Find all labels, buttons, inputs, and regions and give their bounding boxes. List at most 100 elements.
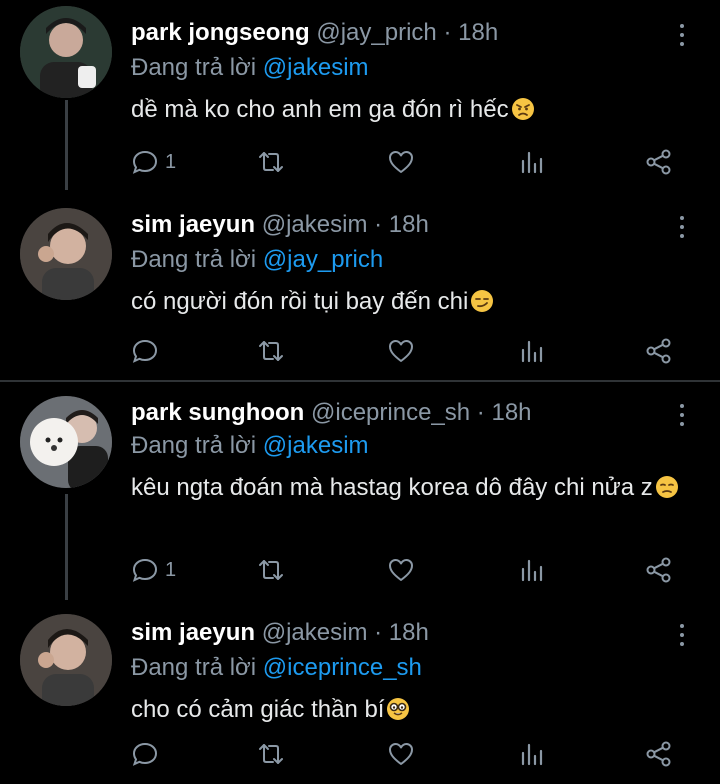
display-name[interactable]: park sunghoon	[131, 399, 304, 426]
analytics-icon	[521, 559, 543, 582]
reply-button[interactable]	[131, 740, 165, 768]
angry-face-icon	[511, 98, 534, 120]
reply-mention-link[interactable]: @jakesim	[263, 54, 369, 81]
tweet[interactable]: sim jaeyun @jakesim · 18h Đang trả lời @…	[0, 600, 720, 784]
tweet-text: kêu ngta đoán mà hastag korea dô đây chi…	[131, 470, 691, 505]
separator-dot: ·	[374, 619, 383, 646]
user-handle[interactable]: @jakesim	[262, 619, 368, 646]
like-button[interactable]	[387, 740, 421, 768]
tweet-actions: 1	[131, 556, 686, 584]
like-button[interactable]	[387, 556, 421, 584]
retweet-icon	[259, 152, 283, 172]
separator-dot: ·	[443, 19, 452, 46]
display-name[interactable]: park jongseong	[131, 19, 310, 46]
share-icon	[646, 149, 671, 175]
avatar[interactable]	[20, 6, 112, 98]
replying-to: Đang trả lời @jay_prich	[131, 245, 383, 275]
more-options-icon[interactable]	[678, 624, 686, 646]
tweet-text: dề mà ko cho anh em ga đón rì hếc	[131, 92, 691, 127]
tweet-actions	[131, 337, 686, 365]
share-button[interactable]	[645, 556, 673, 584]
retweet-icon	[259, 744, 283, 764]
retweet-icon	[259, 560, 283, 580]
tweet-text: cho có cảm giác thần bí	[131, 692, 691, 727]
reply-icon	[132, 742, 158, 766]
avatar[interactable]	[20, 614, 112, 706]
share-button[interactable]	[645, 740, 673, 768]
more-options-icon[interactable]	[678, 404, 686, 426]
smirking-face-icon	[471, 290, 494, 312]
tweet[interactable]: park jongseong @jay_prich · 18h Đang trả…	[0, 0, 720, 190]
retweet-button[interactable]	[257, 148, 291, 176]
avatar[interactable]	[20, 208, 112, 300]
reply-prefix: Đang trả lời	[131, 432, 257, 459]
like-button[interactable]	[387, 337, 421, 365]
retweet-button[interactable]	[257, 740, 291, 768]
heart-icon	[389, 151, 413, 173]
analytics-button[interactable]	[517, 740, 545, 768]
analytics-icon	[521, 743, 543, 766]
analytics-button[interactable]	[517, 556, 545, 584]
reply-button[interactable]: 1	[131, 556, 176, 584]
tweet-text-content: cho có cảm giác thần bí	[131, 696, 385, 723]
retweet-button[interactable]	[257, 337, 291, 365]
separator-dot: ·	[476, 399, 485, 426]
tweet-text: có người đón rồi tụi bay đến chi	[131, 284, 691, 319]
replying-to: Đang trả lời @jakesim	[131, 431, 369, 461]
tweet-text-content: có người đón rồi tụi bay đến chi	[131, 288, 469, 315]
reply-mention-link[interactable]: @iceprince_sh	[263, 654, 422, 681]
more-options-icon[interactable]	[678, 216, 686, 238]
tweet-text-content: dề mà ko cho anh em ga đón rì hếc	[131, 96, 509, 123]
user-handle[interactable]: @jay_prich	[316, 19, 436, 46]
reply-button[interactable]: 1	[131, 148, 176, 176]
timestamp[interactable]: 18h	[458, 19, 498, 46]
tweet-actions: 1	[131, 148, 686, 176]
tweet-text-content: kêu ngta đoán mà hastag korea dô đây chi…	[131, 474, 653, 501]
like-button[interactable]	[387, 148, 421, 176]
more-options-icon[interactable]	[678, 24, 686, 46]
analytics-icon	[521, 340, 543, 363]
tweet-header: park sunghoon @iceprince_sh · 18h	[131, 398, 532, 428]
reply-icon	[132, 150, 158, 174]
share-icon	[646, 741, 671, 767]
retweet-button[interactable]	[257, 556, 291, 584]
thread-line	[65, 494, 68, 600]
tweet[interactable]: park sunghoon @iceprince_sh · 18h Đang t…	[0, 382, 720, 600]
heart-icon	[389, 743, 413, 765]
analytics-icon	[521, 151, 543, 174]
user-handle[interactable]: @iceprince_sh	[311, 399, 470, 426]
display-name[interactable]: sim jaeyun	[131, 619, 255, 646]
tweet-header: sim jaeyun @jakesim · 18h	[131, 618, 429, 648]
reply-mention-link[interactable]: @jay_prich	[263, 246, 383, 273]
timestamp[interactable]: 18h	[389, 211, 429, 238]
user-handle[interactable]: @jakesim	[262, 211, 368, 238]
reply-button[interactable]	[131, 337, 165, 365]
unamused-face-icon	[655, 476, 678, 498]
share-button[interactable]	[645, 148, 673, 176]
analytics-button[interactable]	[517, 148, 545, 176]
heart-icon	[389, 559, 413, 581]
avatar[interactable]	[20, 396, 112, 488]
reply-prefix: Đang trả lời	[131, 54, 257, 81]
thread-line	[65, 100, 68, 190]
replying-to: Đang trả lời @iceprince_sh	[131, 653, 422, 683]
share-icon	[646, 557, 671, 583]
timestamp[interactable]: 18h	[491, 399, 531, 426]
tweet-header: park jongseong @jay_prich · 18h	[131, 18, 498, 48]
retweet-icon	[259, 341, 283, 361]
reply-count: 1	[165, 558, 177, 581]
share-icon	[646, 338, 671, 364]
analytics-button[interactable]	[517, 337, 545, 365]
share-button[interactable]	[645, 337, 673, 365]
reply-count: 1	[165, 150, 177, 173]
tweet[interactable]: sim jaeyun @jakesim · 18h Đang trả lời @…	[0, 192, 720, 380]
separator-dot: ·	[374, 211, 383, 238]
timestamp[interactable]: 18h	[389, 619, 429, 646]
nerd-face-icon	[387, 698, 410, 720]
replying-to: Đang trả lời @jakesim	[131, 53, 369, 83]
reply-mention-link[interactable]: @jakesim	[263, 432, 369, 459]
reply-prefix: Đang trả lời	[131, 654, 257, 681]
reply-icon	[132, 558, 158, 582]
display-name[interactable]: sim jaeyun	[131, 211, 255, 238]
reply-prefix: Đang trả lời	[131, 246, 257, 273]
